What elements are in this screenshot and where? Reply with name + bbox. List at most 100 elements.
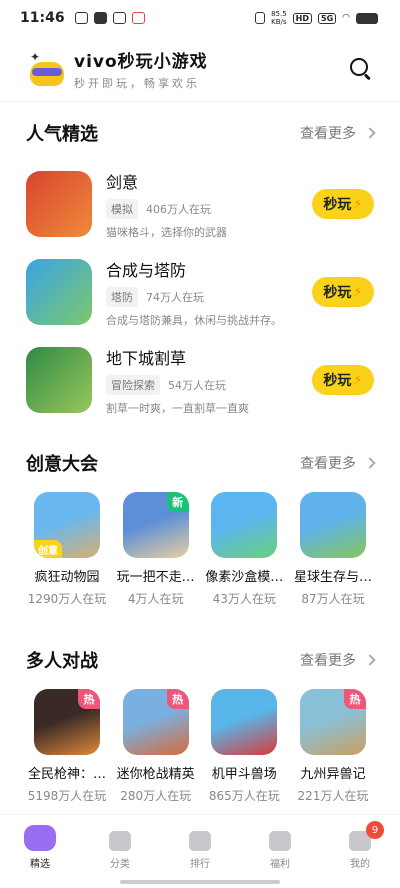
see-more-link[interactable]: 查看更多	[300, 650, 376, 670]
new-badge: 新	[166, 492, 189, 512]
game-icon[interactable]: 热	[299, 689, 366, 755]
game-name: 九州异兽记	[300, 767, 366, 782]
hot-badge: 热	[343, 689, 366, 709]
notification-icon	[131, 12, 145, 24]
vibrate-icon	[255, 12, 266, 24]
game-tile[interactable]: 创意疯狂动物园 1290万人在玩	[26, 492, 108, 607]
game-info: 地下城割草冒险探索 54万人在玩割草一时爽，一直割草一直爽	[106, 345, 312, 416]
ranking-icon	[189, 831, 211, 851]
multiplayer-section: 多人对战 查看更多 热全民枪神：… 5198万人在玩热迷你枪战精英 280万人在玩机…	[0, 629, 400, 804]
game-tile[interactable]: 热九州异兽记 221万人在玩	[292, 689, 374, 804]
creative-badge: 创意	[34, 540, 62, 558]
instant-play-button[interactable]: 秒玩 ⚡	[312, 365, 374, 395]
genre-tag: 塔防	[106, 286, 138, 307]
game-tile[interactable]: 像素沙盒模… 43万人在玩	[203, 492, 285, 607]
lightning-icon: ⚡	[353, 284, 363, 300]
hd-badge: HD	[292, 12, 312, 24]
game-name: 迷你枪战精英	[116, 767, 195, 782]
game-tile[interactable]: 热全民枪神：… 5198万人在玩	[26, 689, 108, 804]
notification-icon	[74, 12, 88, 24]
player-count: 865万人在玩	[208, 789, 280, 803]
game-description: 合成与塔防兼具，休闲与挑战并存。	[106, 313, 282, 327]
instant-play-button[interactable]: 秒玩 ⚡	[312, 189, 374, 219]
game-tile[interactable]: 机甲斗兽场 865万人在玩	[203, 689, 285, 804]
game-icon[interactable]: 热	[34, 689, 100, 755]
player-count: 43万人在玩	[212, 592, 276, 606]
creative-section: 创意大会 查看更多 创意疯狂动物园 1290万人在玩 新玩一把不走… 4万人在玩 像素沙…	[0, 432, 400, 607]
status-bar: 11:46 85.5 KB/s HD 5G ◠	[0, 0, 400, 36]
section-title: 多人对战	[26, 651, 98, 672]
game-icon[interactable]: 热	[122, 689, 189, 755]
lightning-icon: ⚡	[353, 372, 363, 388]
player-count: 4万人在玩	[127, 592, 184, 606]
game-icon[interactable]	[211, 689, 278, 755]
game-icon[interactable]	[26, 347, 92, 413]
player-count: 54万人在玩	[168, 378, 226, 392]
game-icon[interactable]: 创意	[34, 492, 100, 558]
search-icon[interactable]	[348, 56, 374, 82]
nav-item-0[interactable]: 精选	[10, 825, 70, 888]
nav-item-4[interactable]: 我的 9	[330, 821, 390, 888]
nav-item-1[interactable]: 分类	[90, 825, 150, 888]
player-count: 74万人在玩	[146, 290, 204, 304]
app-subtitle: 秒开即玩，畅享欢乐	[74, 76, 200, 90]
notification-icon	[93, 12, 107, 24]
play-label: 秒玩	[323, 197, 352, 213]
nav-label: 我的	[350, 859, 370, 870]
game-name: 地下城割草	[106, 348, 187, 368]
battery-icon	[356, 12, 378, 24]
play-label: 秒玩	[323, 285, 352, 301]
game-name: 像素沙盒模…	[205, 570, 284, 585]
nav-item-3[interactable]: 福利	[250, 825, 310, 888]
net-speed: 85.5 KB/s	[271, 10, 287, 26]
game-icon[interactable]	[26, 171, 92, 237]
game-tile[interactable]: 新玩一把不走… 4万人在玩	[115, 492, 197, 607]
notification-badge: 9	[366, 821, 384, 839]
game-row[interactable]: 合成与塔防塔防 74万人在玩合成与塔防兼具，休闲与挑战并存。 秒玩 ⚡	[26, 248, 374, 336]
game-name: 合成与塔防	[106, 260, 187, 280]
game-meta: 冒险探索 54万人在玩	[106, 374, 312, 395]
player-count: 221万人在玩	[297, 789, 369, 803]
nav-label: 精选	[30, 859, 50, 870]
player-count: 406万人在玩	[146, 202, 211, 216]
game-name: 疯狂动物园	[34, 570, 100, 585]
game-name: 剑意	[106, 172, 139, 192]
see-more-link[interactable]: 查看更多	[300, 453, 376, 473]
hot-badge: 热	[166, 689, 189, 709]
nav-label: 排行	[190, 859, 210, 870]
clock: 11:46	[20, 10, 65, 26]
game-name: 星球生存与…	[293, 570, 372, 585]
lightning-icon: ⚡	[353, 196, 363, 212]
game-description: 割草一时爽，一直割草一直爽	[106, 401, 249, 415]
game-name: 全民枪神：…	[27, 767, 106, 782]
chevron-right-icon	[364, 654, 376, 666]
game-info: 合成与塔防塔防 74万人在玩合成与塔防兼具，休闲与挑战并存。	[106, 257, 312, 328]
player-count: 87万人在玩	[301, 592, 365, 606]
section-title: 创意大会	[26, 454, 98, 475]
see-more-link[interactable]: 查看更多	[300, 123, 376, 143]
player-count: 5198万人在玩	[27, 789, 107, 803]
game-row[interactable]: 剑意模拟 406万人在玩猫咪格斗，选择你的武器 秒玩 ⚡	[26, 160, 374, 248]
nav-label: 分类	[110, 859, 130, 870]
instant-play-button[interactable]: 秒玩 ⚡	[312, 277, 374, 307]
player-count: 1290万人在玩	[27, 592, 107, 606]
game-tile[interactable]: 星球生存与… 87万人在玩	[292, 492, 374, 607]
app-logo-icon: ✦	[26, 48, 68, 90]
rewards-icon	[269, 831, 291, 851]
game-meta: 模拟 406万人在玩	[106, 198, 312, 219]
game-description: 猫咪格斗，选择你的武器	[106, 225, 227, 239]
bottom-nav: 精选 分类 排行 福利 我的 9	[0, 814, 400, 888]
notification-icon	[112, 12, 126, 24]
game-icon[interactable]: 新	[122, 492, 189, 558]
game-icon[interactable]	[211, 492, 278, 558]
home-indicator	[120, 880, 280, 884]
app-header: ✦ vivo秒玩小游戏 秒开即玩，畅享欢乐	[0, 36, 400, 102]
game-row[interactable]: 地下城割草 冒险探索 54万人在玩 割草一时爽，一直割草一直爽 秒玩 ⚡	[26, 336, 374, 424]
nav-item-2[interactable]: 排行	[170, 825, 230, 888]
popular-section: 人气精选 查看更多 剑意 模拟 406万人在玩 猫咪格斗，选择你的武器 秒玩 ⚡ 合成与塔防…	[0, 102, 400, 424]
game-meta: 塔防 74万人在玩	[106, 286, 312, 307]
game-icon[interactable]	[26, 259, 92, 325]
game-tile[interactable]: 热迷你枪战精英 280万人在玩	[115, 689, 197, 804]
wifi-icon: ◠	[342, 13, 350, 23]
game-icon[interactable]	[299, 492, 366, 558]
